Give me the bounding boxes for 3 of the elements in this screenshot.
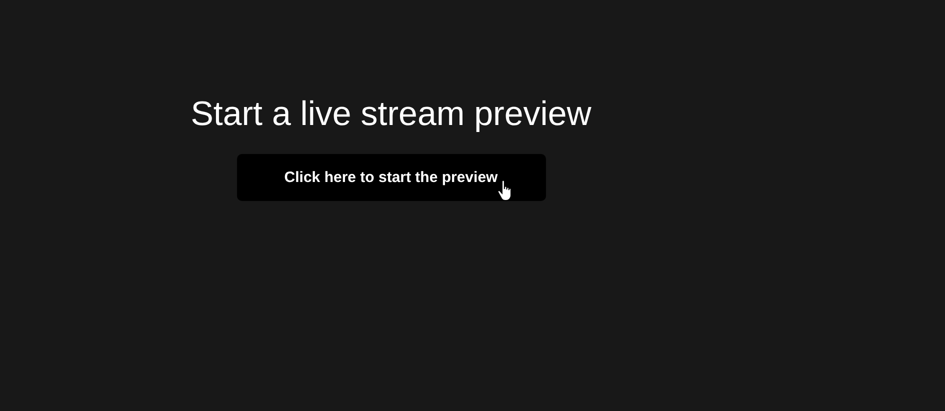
hand-cursor-icon [496,180,512,202]
page-heading: Start a live stream preview [190,94,592,134]
start-preview-button[interactable]: Click here to start the preview [236,154,546,201]
